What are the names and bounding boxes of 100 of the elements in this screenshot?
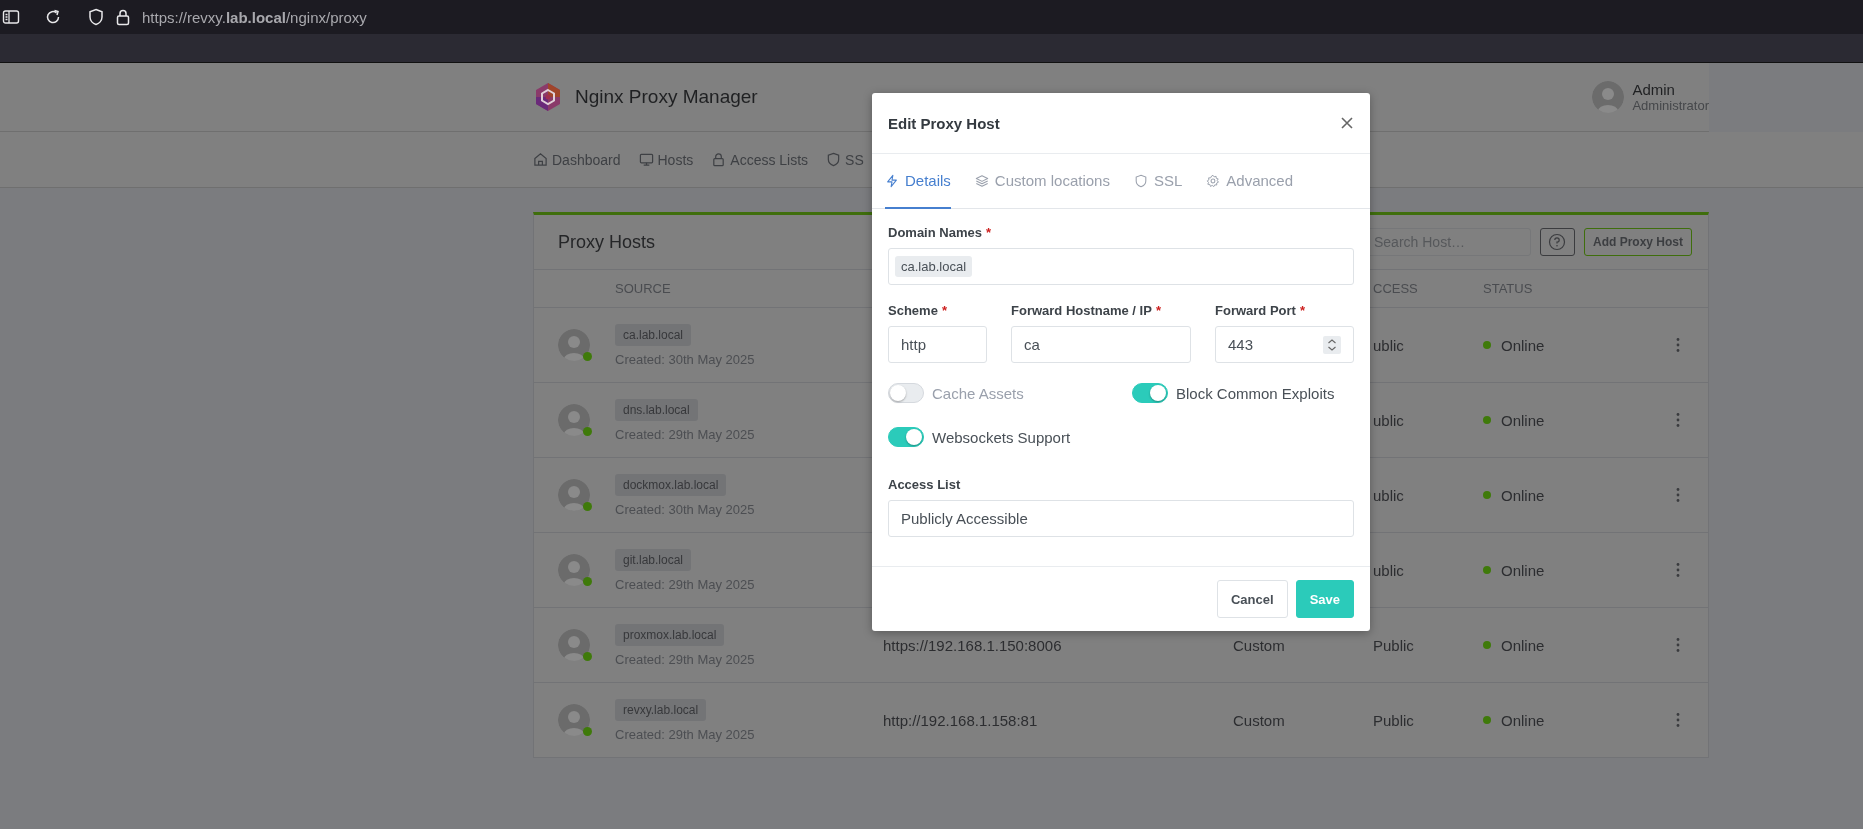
home-icon bbox=[533, 152, 548, 167]
access-text: ublic bbox=[1373, 561, 1404, 579]
toggle-label: Cache Assets bbox=[932, 384, 1024, 402]
field-label: Forward Hostname / IP bbox=[1011, 303, 1152, 318]
more-icon[interactable] bbox=[1676, 562, 1680, 578]
tab[interactable]: Custom locations bbox=[974, 154, 1110, 209]
shield-icon bbox=[88, 8, 104, 26]
domain-tag: git.lab.local bbox=[615, 548, 692, 571]
tab[interactable]: Details bbox=[885, 154, 951, 209]
domain-tag: ca.lab.local bbox=[615, 323, 692, 346]
toggle-switch[interactable] bbox=[888, 427, 924, 447]
field-label: Scheme bbox=[888, 303, 938, 318]
toggle-switch[interactable] bbox=[888, 383, 924, 403]
domain-names-field[interactable]: ca.lab.local bbox=[888, 248, 1354, 285]
destination-text: https://192.168.1.150:8006 bbox=[883, 636, 1062, 654]
nav-link[interactable]: Dashboard bbox=[533, 151, 621, 168]
lock-icon bbox=[711, 152, 727, 167]
domain-tag: proxmox.lab.local bbox=[615, 623, 725, 646]
shield-icon bbox=[1133, 173, 1148, 188]
online-dot bbox=[583, 502, 592, 511]
status-dot bbox=[1483, 491, 1491, 499]
user-avatar bbox=[1592, 81, 1625, 113]
help-button[interactable] bbox=[1540, 228, 1575, 256]
access-text: ublic bbox=[1373, 486, 1404, 504]
status-dot bbox=[1483, 716, 1491, 724]
ssl-text: Custom bbox=[1233, 636, 1285, 654]
domain-tag: dockmox.lab.local bbox=[615, 473, 727, 496]
card-title: Proxy Hosts bbox=[558, 231, 656, 253]
domain-tag: revxy.lab.local bbox=[615, 698, 707, 721]
logo-icon bbox=[533, 82, 563, 112]
more-icon[interactable] bbox=[1676, 637, 1680, 653]
input-field[interactable]: 443 bbox=[1215, 326, 1354, 363]
spinner-icon[interactable] bbox=[1323, 335, 1341, 354]
host-avatar bbox=[558, 629, 590, 661]
domain-tag: ca.lab.local bbox=[895, 256, 973, 277]
user-name: Admin bbox=[1632, 81, 1676, 98]
status-text: Online bbox=[1501, 486, 1545, 504]
sidebar-icon[interactable] bbox=[2, 8, 20, 26]
toggle-switch[interactable] bbox=[1132, 383, 1168, 403]
online-dot bbox=[583, 727, 592, 736]
host-avatar bbox=[558, 704, 590, 736]
nav-link[interactable]: SS bbox=[826, 151, 864, 168]
toggle-label: Block Common Exploits bbox=[1176, 384, 1335, 402]
nav-link[interactable]: Hosts bbox=[638, 151, 694, 168]
status-dot bbox=[1483, 341, 1491, 349]
layers-icon bbox=[974, 173, 989, 188]
toggle-label: Websockets Support bbox=[932, 428, 1071, 446]
dialog-title: Edit Proxy Host bbox=[888, 114, 1000, 132]
shield-icon bbox=[826, 152, 842, 167]
save-button[interactable]: Save bbox=[1295, 580, 1354, 618]
url-text: https://revxy.lab.local/nginx/proxy bbox=[142, 8, 367, 26]
status-text: Online bbox=[1501, 711, 1545, 729]
tab[interactable]: Advanced bbox=[1206, 154, 1293, 209]
more-icon[interactable] bbox=[1676, 337, 1680, 353]
help-icon bbox=[1548, 233, 1567, 251]
more-icon[interactable] bbox=[1676, 412, 1680, 428]
status-text: Online bbox=[1501, 336, 1545, 354]
destination-text: http://192.168.1.158:81 bbox=[883, 711, 1038, 729]
required-mark: * bbox=[1299, 303, 1305, 318]
more-icon[interactable] bbox=[1676, 712, 1680, 728]
status-text: Online bbox=[1501, 561, 1545, 579]
field-label: Forward Port bbox=[1215, 303, 1296, 318]
more-icon[interactable] bbox=[1676, 487, 1680, 503]
app-title: Nginx Proxy Manager bbox=[575, 86, 758, 108]
nav-link[interactable]: Access Lists bbox=[711, 151, 809, 168]
online-dot bbox=[583, 577, 592, 586]
cancel-button[interactable]: Cancel bbox=[1217, 580, 1288, 618]
host-avatar bbox=[558, 554, 590, 586]
access-text: ublic bbox=[1373, 411, 1404, 429]
online-dot bbox=[583, 352, 592, 361]
lock-icon bbox=[116, 8, 130, 26]
status-dot bbox=[1483, 416, 1491, 424]
access-list-select[interactable]: Publicly Accessible bbox=[888, 500, 1354, 537]
required-mark: * bbox=[985, 225, 991, 240]
status-text: Online bbox=[1501, 411, 1545, 429]
online-dot bbox=[583, 427, 592, 436]
host-avatar bbox=[558, 329, 590, 361]
input-field[interactable]: http bbox=[888, 326, 987, 363]
status-text: Online bbox=[1501, 636, 1545, 654]
required-mark: * bbox=[941, 303, 947, 318]
online-dot bbox=[583, 652, 592, 661]
ssl-text: Custom bbox=[1233, 711, 1285, 729]
close-button[interactable] bbox=[1340, 116, 1354, 130]
user-role: Administrator bbox=[1632, 98, 1709, 113]
host-avatar bbox=[558, 479, 590, 511]
add-proxy-host-button[interactable]: Add Proxy Host bbox=[1584, 228, 1692, 256]
required-mark: * bbox=[1155, 303, 1161, 318]
lightning-icon bbox=[885, 173, 899, 188]
tab[interactable]: SSL bbox=[1133, 154, 1183, 209]
monitor-icon bbox=[638, 152, 654, 167]
access-text: Public bbox=[1373, 711, 1414, 729]
input-field[interactable]: ca bbox=[1011, 326, 1191, 363]
status-dot bbox=[1483, 566, 1491, 574]
field-label: Domain Names bbox=[888, 225, 982, 240]
host-avatar bbox=[558, 404, 590, 436]
reload-icon[interactable] bbox=[44, 8, 62, 26]
status-dot bbox=[1483, 641, 1491, 649]
gear-icon bbox=[1206, 173, 1221, 188]
field-label: Access List bbox=[888, 477, 961, 492]
access-text: Public bbox=[1373, 636, 1414, 654]
